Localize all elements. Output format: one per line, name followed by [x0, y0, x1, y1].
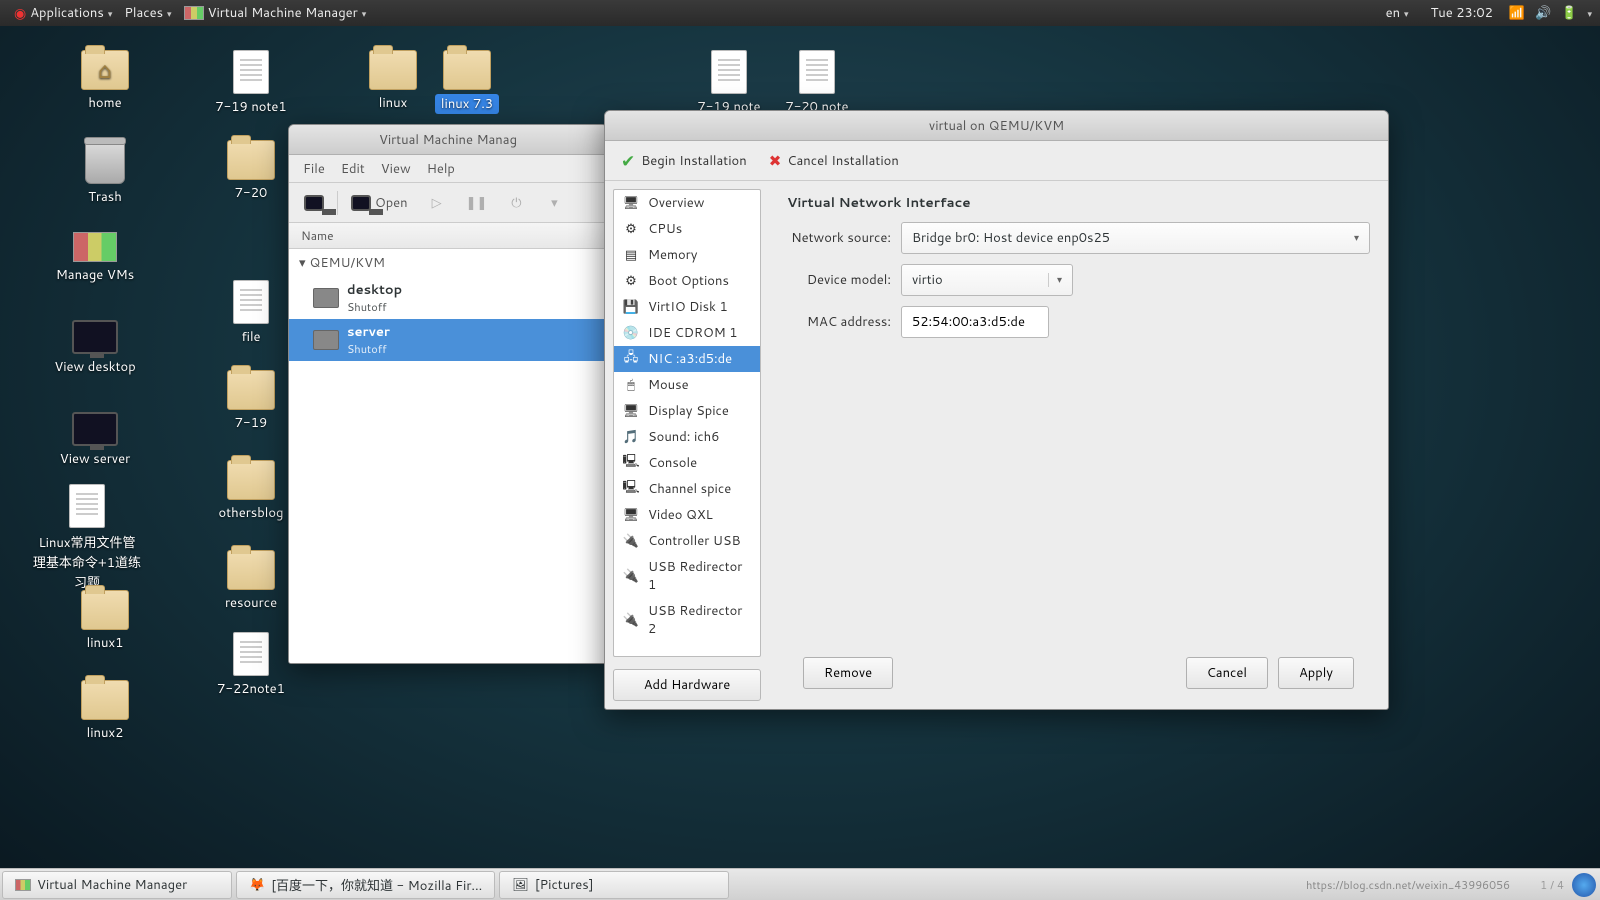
- hardware-panel: 🖥Overview⚙CPUs▤Memory⚙Boot Options💾VirtI…: [605, 181, 769, 709]
- network-icon[interactable]: 📶: [1509, 4, 1525, 22]
- bottom-taskbar: Virtual Machine Manager🦊 [百度一下，你就知道 - Mo…: [0, 868, 1600, 900]
- desktop-icon-view-server[interactable]: View server: [40, 412, 150, 468]
- vmm-toolbar: Open ▷ ❚❚ ⏻ ▾: [289, 183, 607, 223]
- device-model-label: Device model:: [787, 271, 891, 289]
- pause-button[interactable]: ❚❚: [459, 188, 495, 218]
- volume-icon[interactable]: 🔊: [1535, 4, 1551, 22]
- task-item-2[interactable]: 🖼 [Pictures]: [499, 871, 729, 899]
- hw-item-console[interactable]: 🖳Console: [614, 450, 760, 476]
- applications-menu[interactable]: ◉Applications▾: [8, 3, 118, 23]
- mac-address-label: MAC address:: [787, 313, 891, 331]
- shutdown-button[interactable]: ⏻: [500, 188, 532, 218]
- new-vm-button[interactable]: [297, 188, 331, 218]
- hw-item-usb-redirector-1[interactable]: 🔌USB Redirector 1: [614, 554, 760, 598]
- desktop-icon-home[interactable]: home: [50, 50, 160, 112]
- workspace-pager[interactable]: 1 / 4: [1540, 877, 1564, 893]
- hw-item-controller-usb[interactable]: 🔌Controller USB: [614, 528, 760, 554]
- active-app-menu[interactable]: Virtual Machine Manager▾: [178, 4, 373, 22]
- desktop-icon-trash[interactable]: Trash: [50, 140, 160, 206]
- remove-button[interactable]: Remove: [803, 657, 893, 689]
- run-button[interactable]: ▷: [421, 188, 453, 218]
- mac-address-input[interactable]: [901, 306, 1049, 338]
- vm-row-server[interactable]: serverShutoff: [289, 319, 607, 361]
- detail-footer: Remove Cancel Apply: [787, 649, 1370, 697]
- vm-details-window: virtual on QEMU/KVM ✔Begin Installation …: [604, 110, 1389, 710]
- desktop-icon-view-desktop[interactable]: View desktop: [40, 320, 150, 376]
- hw-item-usb-redirector-2[interactable]: 🔌USB Redirector 2: [614, 598, 760, 642]
- begin-installation-button[interactable]: ✔Begin Installation: [621, 149, 747, 173]
- clock[interactable]: Tue 23:02: [1425, 4, 1499, 22]
- menu-view[interactable]: View: [381, 160, 411, 178]
- open-button[interactable]: Open: [344, 188, 415, 218]
- hw-item-sound-ich6[interactable]: 🎵Sound: ich6: [614, 424, 760, 450]
- hw-item-memory[interactable]: ▤Memory: [614, 242, 760, 268]
- vmm-window: Virtual Machine Manag File Edit View Help O…: [288, 124, 608, 664]
- network-source-select[interactable]: Bridge br0: Host device enp0s25▾: [901, 222, 1370, 254]
- hw-item-nic-a3-d5-de[interactable]: 🖧NIC :a3:d5:de: [614, 346, 760, 372]
- vmm-title: Virtual Machine Manag: [289, 125, 607, 155]
- vm-row-desktop[interactable]: desktopShutoff: [289, 277, 607, 319]
- install-toolbar: ✔Begin Installation ✖Cancel Installation: [605, 141, 1388, 181]
- vm-list: ▾QEMU/KVM desktopShutoffserverShutoff: [289, 249, 607, 663]
- battery-icon[interactable]: 🔋: [1561, 4, 1577, 22]
- device-model-select[interactable]: virtio▾: [901, 264, 1073, 296]
- vmm-logo-icon: [184, 6, 204, 20]
- watermark-text: https://blog.csdn.net/weixin_43996056: [1306, 877, 1540, 893]
- shutdown-menu-caret[interactable]: ▾: [538, 188, 570, 218]
- show-desktop-button[interactable]: [1572, 873, 1596, 897]
- desktop-icon-linux2[interactable]: linux2: [50, 680, 160, 742]
- menu-edit[interactable]: Edit: [341, 160, 365, 178]
- desktop-icon-linux1[interactable]: linux1: [50, 590, 160, 652]
- menu-file[interactable]: File: [303, 160, 325, 178]
- connection-row-qemu[interactable]: ▾QEMU/KVM: [289, 249, 607, 277]
- vmm-menubar: File Edit View Help: [289, 155, 607, 183]
- gnome-top-bar: ◉Applications▾ Places▾ Virtual Machine M…: [0, 0, 1600, 26]
- cancel-button[interactable]: Cancel: [1186, 657, 1268, 689]
- hw-item-video-qxl[interactable]: 🖥Video QXL: [614, 502, 760, 528]
- section-title: Virtual Network Interface: [787, 193, 1370, 212]
- cancel-installation-button[interactable]: ✖Cancel Installation: [769, 150, 899, 171]
- hw-item-overview[interactable]: 🖥Overview: [614, 190, 760, 216]
- hw-item-channel-spice[interactable]: 🖳Channel spice: [614, 476, 760, 502]
- desktop-icon-linux-doc[interactable]: Linux常用文件管理基本命令+1道练习题: [32, 484, 142, 592]
- hw-item-boot-options[interactable]: ⚙Boot Options: [614, 268, 760, 294]
- menu-help[interactable]: Help: [427, 160, 455, 178]
- desktop-icon-7-20note[interactable]: 7-20 note: [762, 50, 872, 116]
- network-source-label: Network source:: [787, 229, 891, 247]
- desktop-icon-linux73[interactable]: linux 7.3: [412, 50, 522, 114]
- hw-item-cpus[interactable]: ⚙CPUs: [614, 216, 760, 242]
- input-lang-indicator[interactable]: en▾: [1380, 4, 1415, 22]
- apply-button[interactable]: Apply: [1278, 657, 1354, 689]
- task-item-1[interactable]: 🦊 [百度一下，你就知道 - Mozilla Fir...: [236, 871, 495, 899]
- hw-item-mouse[interactable]: 🖱Mouse: [614, 372, 760, 398]
- places-menu[interactable]: Places▾: [118, 4, 177, 22]
- nic-detail-pane: Virtual Network Interface Network source…: [769, 181, 1388, 709]
- hw-item-ide-cdrom-1[interactable]: 💿IDE CDROM 1: [614, 320, 760, 346]
- desktop-icon-manage-vms[interactable]: Manage VMs: [40, 232, 150, 284]
- desktop-icon-7-19note1[interactable]: 7-19 note1: [196, 50, 306, 116]
- hardware-list: 🖥Overview⚙CPUs▤Memory⚙Boot Options💾VirtI…: [613, 189, 761, 657]
- system-menu-caret[interactable]: ▾: [1587, 7, 1592, 20]
- task-item-0[interactable]: Virtual Machine Manager: [2, 871, 232, 899]
- vm-details-title: virtual on QEMU/KVM: [605, 111, 1388, 141]
- hw-item-virtio-disk-1[interactable]: 💾VirtIO Disk 1: [614, 294, 760, 320]
- add-hardware-button[interactable]: Add Hardware: [613, 669, 761, 701]
- hw-item-display-spice[interactable]: 🖥Display Spice: [614, 398, 760, 424]
- vm-list-header-name[interactable]: Name: [289, 223, 607, 249]
